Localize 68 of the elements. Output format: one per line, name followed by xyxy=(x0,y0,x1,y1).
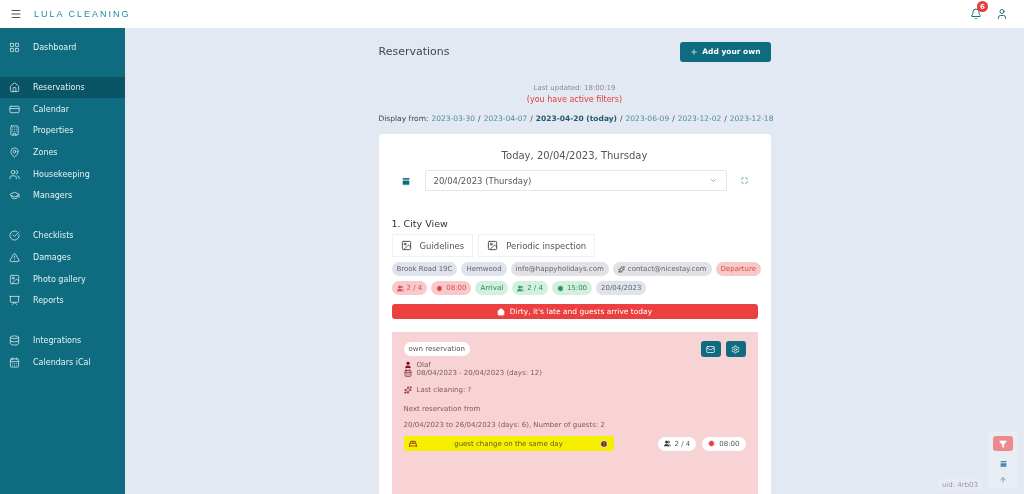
sidebar-label: Reservations xyxy=(33,83,85,93)
sidebar-label: Calendars iCal xyxy=(33,357,91,367)
table-icon xyxy=(9,103,20,115)
mail-icon xyxy=(706,344,715,354)
bell-icon[interactable] xyxy=(970,8,982,20)
home-icon xyxy=(496,307,505,316)
sidebar-item[interactable]: Managers xyxy=(0,185,125,207)
sidebar-label: Checklists xyxy=(33,231,74,241)
image-icon xyxy=(400,240,412,251)
people-icon xyxy=(663,440,671,447)
graduation-cap-icon xyxy=(9,190,20,202)
date-select[interactable]: 20/04/2023 (Thursday) xyxy=(424,170,727,191)
sidebar-item[interactable]: Zones xyxy=(0,141,125,164)
settings-icon xyxy=(731,344,740,354)
user-icon[interactable] xyxy=(996,8,1008,20)
image-icon xyxy=(9,273,20,285)
filters-notice: (you have active filters) xyxy=(525,95,624,104)
day-heading: Today, 20/04/2023, Thursday xyxy=(500,150,649,161)
sidebar-label: Dashboard xyxy=(33,43,77,53)
sidebar-label: Integrations xyxy=(33,335,82,345)
alert-icon xyxy=(600,439,609,448)
property-button[interactable]: Guidelines xyxy=(391,234,474,257)
people-icon xyxy=(9,168,20,180)
email-button[interactable] xyxy=(700,341,721,357)
plus-icon xyxy=(690,47,699,56)
sidebar-item[interactable]: Damages xyxy=(0,246,125,269)
filter-icon xyxy=(999,439,1007,448)
sidebar-item[interactable]: Calendars iCal xyxy=(0,351,125,373)
database-icon xyxy=(9,334,20,346)
people-icon xyxy=(396,284,404,292)
property-button[interactable]: Periodic inspection xyxy=(478,234,596,257)
sidebar-item[interactable]: Integrations xyxy=(0,329,125,352)
sidebar-item[interactable]: Checklists xyxy=(0,224,125,247)
sidebar-label: Calendar xyxy=(33,104,69,114)
grid-icon xyxy=(9,42,20,54)
image-icon xyxy=(487,240,499,251)
building-icon xyxy=(9,125,20,137)
page-title: Reservations xyxy=(378,45,450,58)
sidebar-label: Reports xyxy=(33,296,64,306)
property-name: 1. City View xyxy=(391,218,449,229)
map-pin-icon xyxy=(9,147,20,159)
check-circle-icon xyxy=(9,230,20,242)
sidebar-item[interactable]: Housekeeping xyxy=(0,163,125,186)
sidebar-label: Managers xyxy=(33,191,73,201)
sidebar-label: Housekeeping xyxy=(33,169,90,179)
sidebar-item[interactable]: Reservations xyxy=(0,76,125,99)
people-icon xyxy=(517,284,525,292)
logo[interactable]: LULA CLEANING xyxy=(34,9,131,19)
person-icon xyxy=(403,361,412,369)
warning-icon xyxy=(9,251,20,263)
menu-icon[interactable] xyxy=(10,8,22,20)
sidebar-label: Photo gallery xyxy=(33,274,86,284)
presentation-icon xyxy=(9,295,20,307)
home-icon xyxy=(9,82,20,94)
sidebar-item[interactable]: Dashboard xyxy=(0,37,125,59)
sparkle-icon xyxy=(617,265,625,273)
sparkle-icon xyxy=(403,386,412,394)
sidebar-item[interactable]: Calendar xyxy=(0,98,125,121)
bed-icon xyxy=(408,439,417,448)
settings-button[interactable] xyxy=(725,341,746,357)
sidebar-label: Zones xyxy=(33,148,58,158)
chevron-down-icon xyxy=(708,176,718,185)
sidebar-label: Properties xyxy=(33,126,74,136)
sidebar-item[interactable]: Reports xyxy=(0,289,125,312)
sidebar-item[interactable]: Properties xyxy=(0,120,125,142)
sidebar-item[interactable]: Photo gallery xyxy=(0,268,125,290)
filter-button[interactable] xyxy=(993,436,1013,451)
sidebar-label: Damages xyxy=(33,252,71,262)
